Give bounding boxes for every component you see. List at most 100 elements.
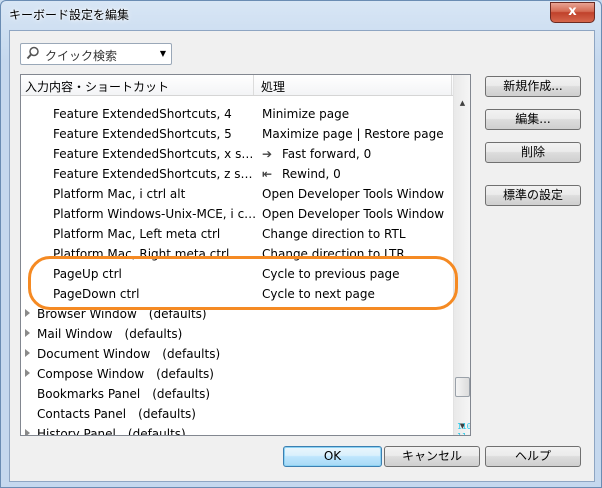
expand-arrow-icon[interactable]: [25, 429, 30, 435]
shortcut-action: ⇤ Rewind, 0: [262, 167, 448, 181]
table-row[interactable]: Platform Mac, i ctrl alt Open Developer T…: [21, 184, 453, 204]
group-defaults: (defaults): [127, 427, 186, 436]
shortcut-action-label: Rewind, 0: [282, 167, 341, 181]
shortcut-action-label: Change direction to RTL: [262, 227, 406, 241]
new-button[interactable]: 新規作成...: [485, 76, 581, 97]
shortcut-action: Open Developer Tools Window: [262, 207, 448, 221]
group-label: Compose Window (defaults): [37, 367, 214, 381]
group-defaults: (defaults): [138, 407, 196, 421]
table-row[interactable]: Platform Mac, Right meta ctrl Change dire…: [21, 244, 453, 264]
expand-arrow-icon[interactable]: [25, 329, 30, 337]
help-button[interactable]: ヘルプ: [485, 446, 581, 467]
shortcut-action: Open Developer Tools Window: [262, 187, 448, 201]
timestamp-overlay: 110時21 11:41'48": [457, 422, 471, 435]
list-item[interactable]: Contacts Panel (defaults): [21, 404, 453, 424]
shortcut-key: Feature ExtendedShortcuts, 5: [53, 127, 232, 141]
edit-button[interactable]: 編集...: [485, 109, 581, 130]
column-header-action[interactable]: 処理: [261, 78, 285, 95]
list-item[interactable]: Mail Window (defaults): [21, 324, 453, 344]
shortcut-action-label: Open Developer Tools Window: [262, 207, 445, 221]
shortcut-action-label: Minimize page: [262, 107, 350, 121]
group-label: Bookmarks Panel (defaults): [37, 387, 210, 401]
group-name: History Panel: [37, 427, 116, 436]
shortcut-action: Maximize page | Restore page: [262, 127, 448, 141]
list-header: 入力内容・ショートカット 処理: [21, 75, 453, 96]
group-label: Mail Window (defaults): [37, 327, 182, 341]
group-name: Document Window: [37, 347, 151, 361]
expand-arrow-icon[interactable]: [25, 309, 30, 317]
shortcut-rows: Feature ExtendedShortcuts, 4 Minimize pag…: [21, 75, 453, 435]
list-item[interactable]: Compose Window (defaults): [21, 364, 453, 384]
shortcut-action: Cycle to next page: [262, 287, 448, 301]
shortcut-action-label: Change direction to LTR: [262, 247, 405, 261]
search-icon: [26, 46, 40, 60]
list-item[interactable]: Browser Window (defaults): [21, 304, 453, 324]
column-divider[interactable]: [253, 75, 254, 95]
table-row[interactable]: PageDown ctrl Cycle to next page: [21, 284, 453, 304]
group-defaults: (defaults): [148, 307, 207, 321]
group-defaults: (defaults): [156, 367, 214, 381]
group-defaults: (defaults): [152, 387, 211, 401]
group-label: Document Window (defaults): [37, 347, 220, 361]
shortcut-action-label: Fast forward, 0: [282, 147, 372, 161]
search-placeholder: クイック検索: [45, 49, 118, 63]
shortcut-action-label: Cycle to next page: [262, 287, 375, 301]
expand-arrow-icon[interactable]: [25, 349, 30, 357]
list-item[interactable]: History Panel (defaults): [21, 424, 453, 436]
group-defaults: (defaults): [162, 347, 221, 361]
group-label: Browser Window (defaults): [37, 307, 207, 321]
close-button[interactable]: x: [550, 2, 595, 23]
cancel-button[interactable]: キャンセル: [384, 446, 480, 467]
scroll-up-icon[interactable]: ▲: [454, 95, 470, 112]
shortcut-key: Feature ExtendedShortcuts, z shift: [53, 167, 259, 181]
fast-forward-icon: ➔: [262, 147, 273, 161]
rewind-icon: ⇤: [262, 167, 273, 181]
shortcut-action-label: Maximize page | Restore page: [262, 127, 444, 141]
table-row[interactable]: PageUp ctrl Cycle to previous page: [21, 264, 453, 284]
list-item[interactable]: Document Window (defaults): [21, 344, 453, 364]
chevron-down-icon[interactable]: ▼: [157, 47, 169, 61]
shortcut-action: Minimize page: [262, 107, 448, 121]
group-name: Contacts Panel: [37, 407, 127, 421]
ok-button[interactable]: OK: [283, 446, 382, 467]
table-row[interactable]: Feature ExtendedShortcuts, 5 Maximize pag…: [21, 124, 453, 144]
shortcut-key: Platform Mac, Right meta ctrl: [53, 247, 230, 261]
shortcut-key: PageUp ctrl: [53, 267, 122, 281]
list-item[interactable]: Bookmarks Panel (defaults): [21, 384, 453, 404]
group-name: Mail Window: [37, 327, 113, 341]
group-name: Bookmarks Panel: [37, 387, 141, 401]
vertical-scrollbar[interactable]: ▲ ▼: [453, 75, 470, 435]
shortcut-key: Feature ExtendedShortcuts, x shift: [53, 147, 259, 161]
shortcut-action: Change direction to RTL: [262, 227, 448, 241]
column-header-shortcut[interactable]: 入力内容・ショートカット: [25, 78, 169, 95]
group-defaults: (defaults): [124, 327, 183, 341]
table-row[interactable]: Feature ExtendedShortcuts, x shift ➔ Fast …: [21, 144, 453, 164]
group-label: History Panel (defaults): [37, 427, 186, 436]
table-row[interactable]: Platform Mac, Left meta ctrl Change direc…: [21, 224, 453, 244]
table-row[interactable]: Feature ExtendedShortcuts, z shift ⇤ Rewin…: [21, 164, 453, 184]
shortcut-key: Platform Mac, Left meta ctrl: [53, 227, 221, 241]
shortcut-action: ➔ Fast forward, 0: [262, 147, 448, 161]
table-row[interactable]: Feature ExtendedShortcuts, 4 Minimize pag…: [21, 104, 453, 124]
dialog-body: クイック検索 ▼ Feature ExtendedShortcuts, 4 Min…: [9, 30, 595, 482]
shortcut-key: Platform Mac, i ctrl alt: [53, 187, 186, 201]
scroll-thumb[interactable]: [455, 377, 470, 397]
shortcut-action: Change direction to LTR: [262, 247, 448, 261]
delete-button[interactable]: 削除: [485, 142, 581, 163]
shortcut-key: Platform Windows-Unix-MCE, i ctrl shift: [53, 207, 259, 221]
shortcut-action-label: Cycle to previous page: [262, 267, 400, 281]
shortcut-list[interactable]: Feature ExtendedShortcuts, 4 Minimize pag…: [20, 74, 471, 436]
reset-defaults-button[interactable]: 標準の設定: [485, 185, 581, 206]
expand-arrow-icon[interactable]: [25, 369, 30, 377]
group-label: Contacts Panel (defaults): [37, 407, 196, 421]
title-bar[interactable]: キーボード設定を編集 x: [1, 1, 601, 29]
quick-search-input[interactable]: クイック検索 ▼: [20, 43, 172, 65]
shortcut-action: Cycle to previous page: [262, 267, 448, 281]
table-row[interactable]: Platform Windows-Unix-MCE, i ctrl shiftO…: [21, 204, 453, 224]
shortcut-key: Feature ExtendedShortcuts, 4: [53, 107, 232, 121]
group-name: Browser Window: [37, 307, 137, 321]
column-divider[interactable]: [451, 75, 452, 95]
window-title: キーボード設定を編集: [9, 8, 130, 22]
shortcut-action-label: Open Developer Tools Window: [262, 187, 445, 201]
group-name: Compose Window: [37, 367, 145, 381]
